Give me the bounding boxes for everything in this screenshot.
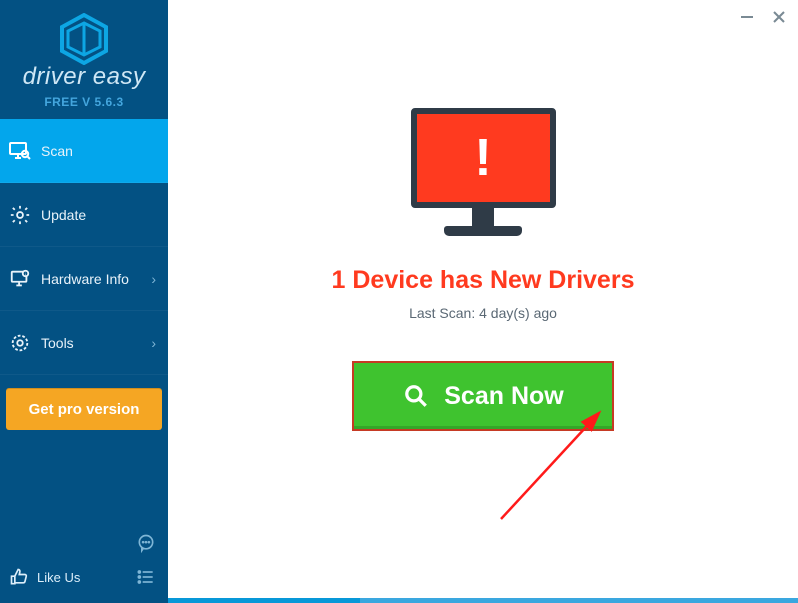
menu-list-icon[interactable] (134, 565, 158, 589)
alert-screen: ! (411, 108, 556, 208)
nav: Scan Update (0, 119, 168, 375)
sidebar-item-update[interactable]: Update (0, 183, 168, 247)
bottom-stripe (0, 598, 798, 603)
tools-icon (7, 330, 33, 356)
sidebar-item-scan[interactable]: Scan (0, 119, 168, 183)
get-pro-label: Get pro version (29, 401, 140, 418)
monitor-info-icon: i (7, 266, 33, 292)
thumbs-up-icon (7, 565, 31, 589)
sidebar-item-tools[interactable]: Tools › (0, 311, 168, 375)
brand-name: driver easy (23, 63, 146, 91)
chat-icon[interactable] (134, 531, 158, 555)
chevron-right-icon: › (151, 335, 156, 351)
monitor-neck (472, 208, 494, 226)
bottom-icons (134, 531, 158, 589)
exclamation-icon: ! (474, 128, 491, 188)
search-icon (402, 382, 430, 410)
sidebar-item-hardware-info[interactable]: i Hardware Info › (0, 247, 168, 311)
svg-text:i: i (25, 271, 26, 276)
scan-now-button[interactable]: Scan Now (352, 361, 614, 431)
version-label: FREE V 5.6.3 (44, 95, 123, 109)
sidebar: driver easy FREE V 5.6.3 Scan (0, 0, 168, 603)
like-us-button[interactable]: Like Us (7, 565, 80, 589)
sidebar-bottom: Like Us (0, 525, 168, 603)
close-button[interactable] (770, 8, 788, 26)
get-pro-button[interactable]: Get pro version (6, 388, 162, 430)
last-scan-text: Last Scan: 4 day(s) ago (409, 305, 557, 321)
monitor-search-icon (7, 138, 33, 164)
minimize-button[interactable] (738, 8, 756, 26)
chevron-right-icon: › (151, 271, 156, 287)
window-controls (738, 8, 788, 26)
logo-icon (56, 13, 112, 65)
logo-area: driver easy FREE V 5.6.3 (0, 0, 168, 119)
sidebar-item-label: Tools (41, 335, 74, 351)
headline-text: 1 Device has New Drivers (332, 266, 635, 295)
sidebar-item-label: Hardware Info (41, 271, 129, 287)
monitor-base (444, 226, 522, 236)
sidebar-item-label: Update (41, 207, 86, 223)
scan-now-label: Scan Now (444, 382, 563, 411)
app-window: driver easy FREE V 5.6.3 Scan (0, 0, 798, 603)
gear-icon (7, 202, 33, 228)
main-panel: ! 1 Device has New Drivers Last Scan: 4 … (168, 0, 798, 603)
sidebar-item-label: Scan (41, 143, 73, 159)
alert-monitor-graphic: ! (411, 108, 556, 236)
like-us-label: Like Us (37, 570, 80, 585)
